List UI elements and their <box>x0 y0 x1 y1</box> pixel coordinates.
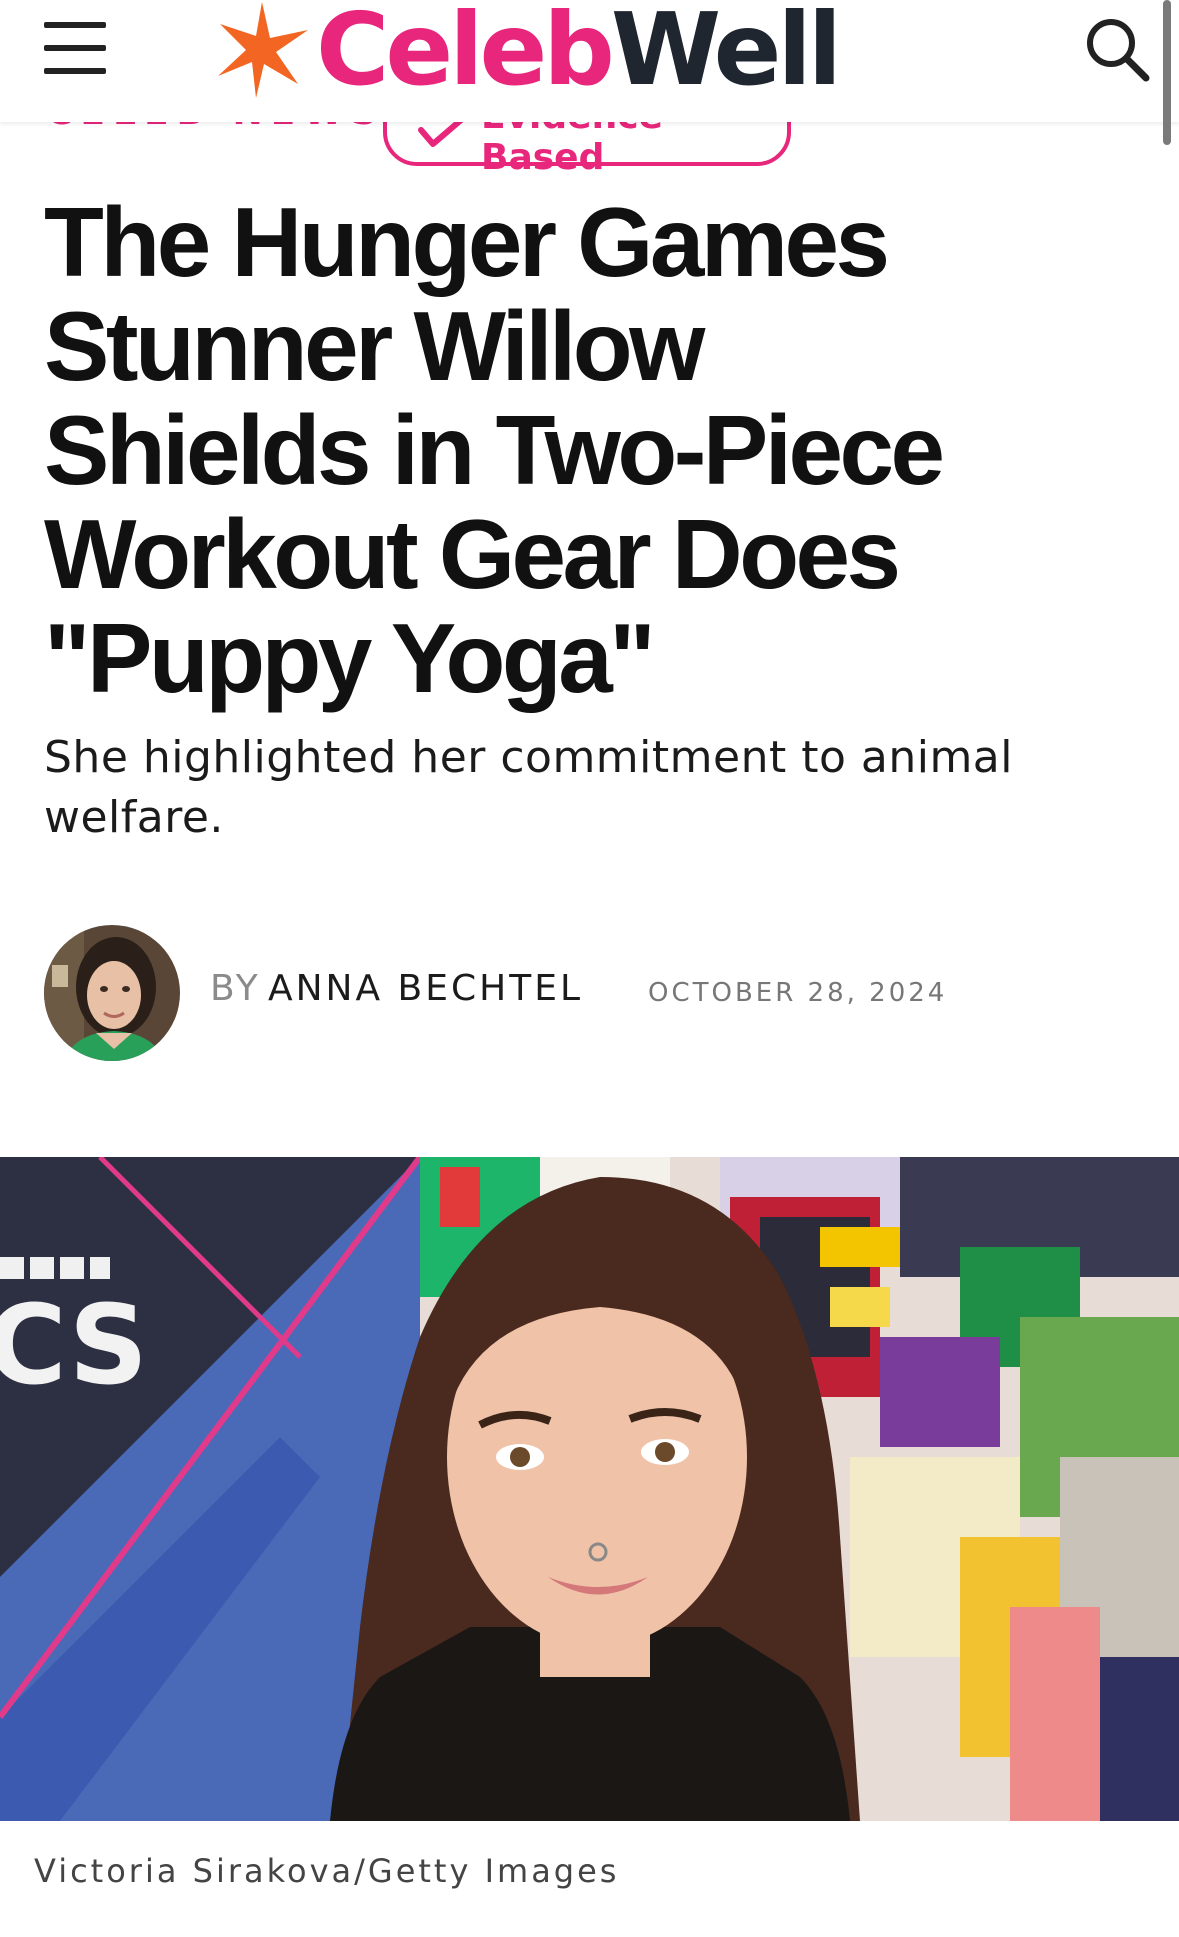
site-header: CelebWell <box>0 0 1179 122</box>
logo-wordmark: CelebWell <box>316 0 842 100</box>
star-logo-icon <box>218 2 308 98</box>
backdrop-logo-text: CS <box>0 1281 148 1409</box>
site-logo[interactable]: CelebWell <box>212 0 1012 110</box>
article-page: CelebWell CELEB NEWS Evidence-Based The … <box>0 0 1179 1937</box>
article-subheading: She highlighted her commitment to animal… <box>44 732 1013 843</box>
publish-date: OCTOBER 28, 2024 <box>648 978 948 1008</box>
hamburger-menu-icon[interactable] <box>44 22 108 74</box>
checkmark-icon <box>418 118 464 147</box>
author-name-link[interactable]: ANNA BECHTEL <box>268 968 583 1009</box>
logo-well-text: Well <box>610 0 842 108</box>
image-credit-caption: Victoria Sirakova/Getty Images <box>34 1852 620 1890</box>
article-headline: The Hunger Games Stunner Willow Shields … <box>44 187 945 713</box>
author-avatar[interactable] <box>44 925 180 1061</box>
page-scrollbar[interactable] <box>1163 0 1171 145</box>
search-icon[interactable] <box>1082 14 1152 84</box>
hero-image: CS <box>0 1157 1179 1821</box>
logo-celeb-text: Celeb <box>316 0 615 108</box>
byline-prefix: BY <box>210 968 261 1009</box>
